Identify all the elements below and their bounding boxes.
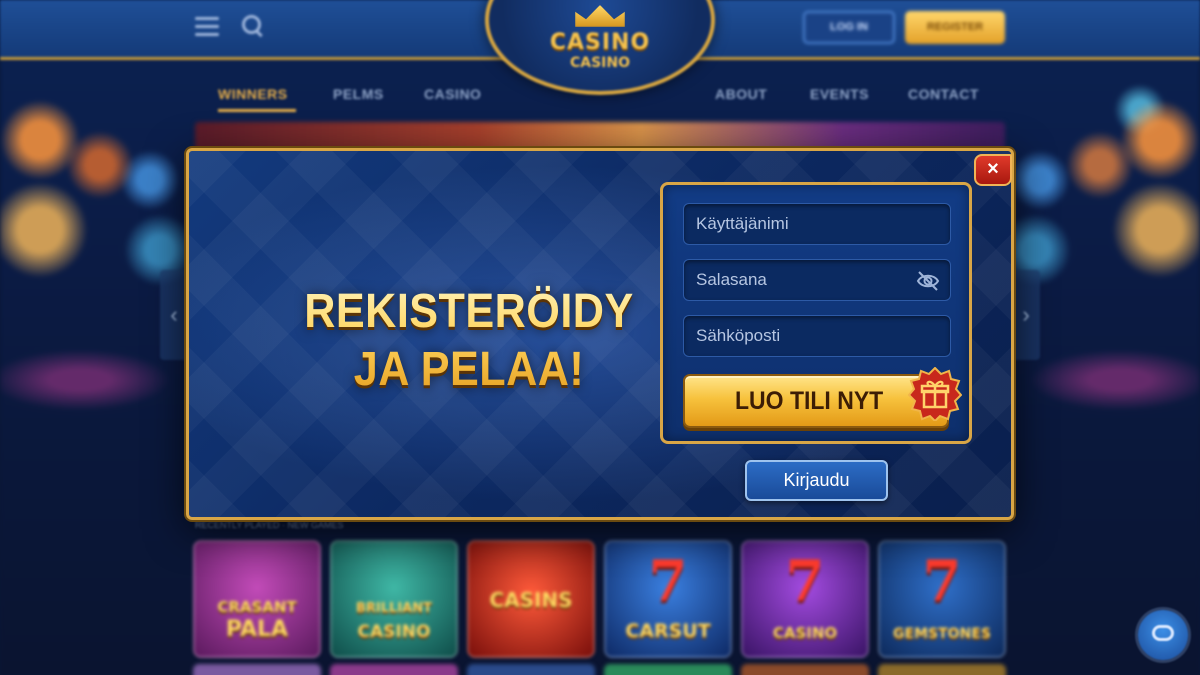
chat-icon [1152,625,1174,641]
game-tiles-row-2 [193,664,1013,675]
game-tile-subtitle: CASINO [357,622,431,642]
game-tile-title: BRILLIANT [356,601,432,616]
game-tile[interactable]: CRASANT PALA [193,540,321,658]
chevron-left-icon: ‹ [170,302,178,327]
close-button[interactable]: × [974,154,1012,186]
carousel-prev-button[interactable]: ‹ [160,270,188,360]
search-icon[interactable] [242,15,264,37]
game-tile[interactable]: BRILLIANT CASINO [330,540,458,658]
email-input[interactable] [684,316,950,356]
login-button[interactable]: Kirjaudu [745,460,888,501]
registration-modal: × REKISTERÖIDY JA PELAA! LUO TILI NYT [186,148,1014,520]
game-tile[interactable]: 7 CASINO [741,540,869,658]
username-field[interactable] [683,203,951,245]
game-tiles: CRASANT PALA BRILLIANT CASINO CASINS 7 C… [193,540,1013,660]
header-login-button[interactable]: LOG IN [803,11,895,44]
game-tile-subtitle: GEMSTONES [893,626,991,642]
headline-line-2: JA PELAA! [353,343,585,396]
headline-line-1: REKISTERÖIDY [304,285,634,338]
nav-item-casino[interactable]: CASINO [424,86,481,102]
gift-icon [908,367,962,421]
modal-headline: REKISTERÖIDY JA PELAA! [253,283,685,399]
game-tile[interactable]: 7 GEMSTONES [878,540,1006,658]
game-tile-title: 7 [922,548,962,614]
main-nav: WINNERS PELMS CASINO ABOUT EVENTS CONTAC… [0,78,1200,112]
game-tile[interactable]: 7 CARSUT [604,540,732,658]
chat-button[interactable] [1138,610,1188,660]
registration-form: LUO TILI NYT [660,182,972,444]
nav-item-events[interactable]: EVENTS [810,86,869,102]
nav-active-indicator [218,109,296,112]
menu-icon[interactable] [195,17,219,37]
password-input[interactable] [684,260,950,300]
carousel-next-button[interactable]: › [1012,270,1040,360]
nav-item-pelms[interactable]: PELMS [333,86,384,102]
games-section-label: RECENTLY PLAYED · NEW GAMES [195,520,344,530]
email-field[interactable] [683,315,951,357]
nav-item-winners[interactable]: WINNERS [218,86,288,102]
logo-subtext: CASINO [569,55,631,71]
eye-off-icon[interactable] [916,271,940,291]
nav-item-contact[interactable]: CONTACT [908,86,979,102]
game-tile[interactable]: CASINS [467,540,595,658]
logo-text: CASINO [549,30,651,55]
game-tile-subtitle: CASINO [772,624,838,642]
chevron-right-icon: › [1022,302,1030,327]
header-register-button[interactable]: REGISTER [905,11,1005,44]
game-tile-title: CRASANT [217,598,297,616]
game-tile-subtitle: PALA [225,617,289,642]
nav-item-about[interactable]: ABOUT [715,86,767,102]
close-icon: × [987,158,999,180]
password-field[interactable] [683,259,951,301]
username-input[interactable] [684,204,950,244]
game-tile-subtitle: CARSUT [625,620,711,642]
game-tile-title: 7 [648,548,688,614]
game-tile-title: 7 [785,548,825,614]
create-account-label: LUO TILI NYT [735,387,884,415]
game-tile-title: CASINS [489,588,573,612]
